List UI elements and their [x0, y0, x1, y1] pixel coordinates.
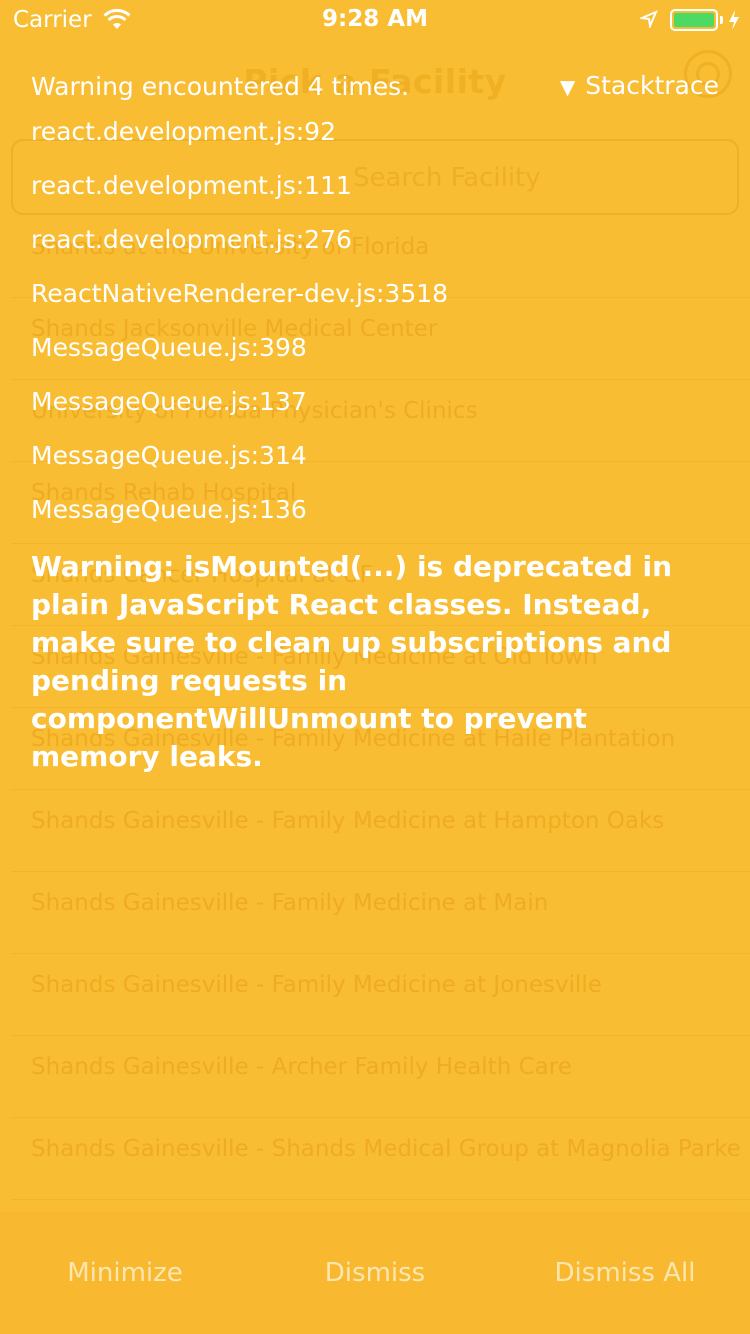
warning-count: Warning encountered 4 times.: [31, 72, 410, 101]
stack-frame[interactable]: MessageQueue.js:314: [31, 438, 448, 492]
stack-frame[interactable]: MessageQueue.js:137: [31, 384, 448, 438]
warning-message: Warning: isMounted(...) is deprecated in…: [31, 550, 673, 773]
stacktrace-label: Stacktrace: [585, 71, 719, 100]
dismiss-button[interactable]: Dismiss: [250, 1212, 500, 1334]
stack-frame[interactable]: MessageQueue.js:398: [31, 330, 448, 384]
stack-frame[interactable]: react.development.js:111: [31, 168, 448, 222]
minimize-button[interactable]: Minimize: [0, 1212, 250, 1334]
stacktrace-toggle[interactable]: ▼ Stacktrace: [560, 71, 719, 100]
warning-footer: Minimize Dismiss Dismiss All: [0, 1212, 750, 1334]
triangle-down-icon: ▼: [559, 75, 576, 99]
stack-frame[interactable]: ReactNativeRenderer-dev.js:3518: [31, 276, 448, 330]
stack-frame[interactable]: MessageQueue.js:136: [31, 492, 448, 546]
warning-overlay: Warning encountered 4 times. ▼ Stacktrace…: [0, 0, 750, 1334]
stack-frame-list: react.development.js:92 react.developmen…: [31, 114, 448, 546]
stack-frame[interactable]: react.development.js:276: [31, 222, 448, 276]
dismiss-all-button[interactable]: Dismiss All: [500, 1212, 750, 1334]
stack-frame[interactable]: react.development.js:92: [31, 114, 448, 168]
